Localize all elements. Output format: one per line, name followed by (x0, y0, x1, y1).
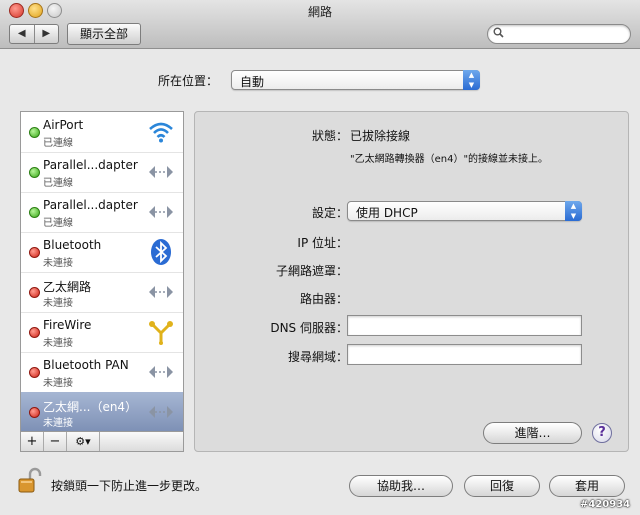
disconnected-status-icon (29, 327, 40, 338)
location-label: 所在位置： (158, 74, 219, 88)
disconnected-status-icon (29, 367, 40, 378)
lock-icon[interactable] (18, 467, 42, 493)
title-bar: 網路 ◀ ▶ 顯示全部 (0, 0, 640, 49)
service-status: 已連線 (43, 138, 73, 149)
configure-popup[interactable]: 使用 DHCP ▲ ▼ (347, 201, 582, 221)
revert-button[interactable]: 回復 (464, 475, 540, 497)
dns-server-label: DNS 伺服器： (270, 321, 348, 335)
disconnected-status-icon (29, 407, 40, 418)
back-forward-control: ◀ ▶ (9, 24, 59, 44)
location-popup[interactable]: 自動 ▲ ▼ (231, 70, 480, 90)
ethernet-arrows-icon (146, 397, 176, 427)
network-preferences-window: 網路 ◀ ▶ 顯示全部 所在位置： 自動 ▲ ▼ AirPort 已連線 Parall… (0, 0, 640, 515)
popup-arrows-icon: ▲ ▼ (463, 70, 480, 90)
service-status: 未連接 (43, 298, 73, 309)
service-status: 已連線 (43, 178, 73, 189)
status-label: 狀態： (311, 129, 348, 143)
location-value: 自動 (240, 75, 265, 89)
magnifier-icon (493, 27, 504, 41)
ethernet-arrows-icon (146, 197, 176, 227)
dns-server-field[interactable] (347, 315, 582, 336)
service-list-item[interactable]: Parallel...dapter 已連線 (21, 152, 183, 193)
advanced-button[interactable]: 進階… (483, 422, 582, 444)
router-label: 路由器： (299, 292, 348, 306)
search-domains-label: 搜尋網域： (287, 350, 348, 364)
disconnected-status-icon (29, 247, 40, 258)
apply-button[interactable]: 套用 (549, 475, 625, 497)
action-gear-button[interactable]: ⚙▾ (67, 432, 100, 451)
bluetooth-icon (146, 237, 176, 267)
forward-button[interactable]: ▶ (35, 25, 59, 43)
ethernet-arrows-icon (146, 357, 176, 387)
service-name: 乙太網路 (43, 280, 92, 294)
connected-status-icon (29, 167, 40, 178)
search-field[interactable] (487, 24, 631, 44)
configure-value: 使用 DHCP (356, 206, 418, 220)
assist-me-button[interactable]: 協助我… (349, 475, 453, 497)
configure-label: 設定： (311, 206, 348, 220)
ethernet-arrows-icon (146, 277, 176, 307)
status-value: 已拔除接線 (350, 129, 411, 143)
back-button[interactable]: ◀ (10, 25, 35, 43)
connected-status-icon (29, 127, 40, 138)
service-list-item[interactable]: 乙太網路 未連接 (21, 272, 183, 313)
status-description: "乙太網路轉換器（en4）"的接線並未接上。 (350, 154, 549, 165)
subnet-mask-label: 子網路遮罩： (275, 264, 348, 278)
service-list-item[interactable]: FireWire 未連接 (21, 312, 183, 353)
service-list-toolbar: + − ⚙▾ (20, 431, 184, 452)
service-name: Bluetooth (43, 238, 102, 252)
service-list-item[interactable]: Parallel...dapter 已連線 (21, 192, 183, 233)
service-name: Parallel...dapter (43, 198, 138, 212)
service-name: AirPort (43, 118, 84, 132)
service-name: 乙太網...（en4） (43, 400, 138, 414)
lock-hint-text: 按鎖頭一下防止進一步更改。 (51, 479, 208, 493)
watermark-id: #420934 (580, 499, 631, 510)
popup-arrows-icon: ▲ ▼ (565, 201, 582, 221)
airport-wifi-icon (146, 117, 176, 147)
service-name: Parallel...dapter (43, 158, 138, 172)
search-domains-field[interactable] (347, 344, 582, 365)
service-list-item[interactable]: 乙太網...（en4） 未連接 (21, 392, 183, 433)
service-name: Bluetooth PAN (43, 358, 129, 372)
service-list-item[interactable]: Bluetooth PAN 未連接 (21, 352, 183, 393)
service-status: 未連接 (43, 418, 73, 429)
firewire-icon (146, 317, 176, 347)
service-list-item[interactable]: AirPort 已連線 (21, 112, 183, 153)
service-status: 未連接 (43, 338, 73, 349)
service-name: FireWire (43, 318, 92, 332)
service-list[interactable]: AirPort 已連線 Parallel...dapter 已連線 Parallel..… (20, 111, 184, 452)
search-input[interactable] (508, 26, 627, 43)
connected-status-icon (29, 207, 40, 218)
add-service-button[interactable]: + (21, 432, 44, 451)
service-status: 未連接 (43, 258, 73, 269)
show-all-button[interactable]: 顯示全部 (67, 23, 141, 45)
service-list-item[interactable]: Bluetooth 未連接 (21, 232, 183, 273)
window-title: 網路 (307, 5, 332, 19)
help-button[interactable]: ? (592, 423, 612, 443)
disconnected-status-icon (29, 287, 40, 298)
ethernet-arrows-icon (146, 157, 176, 187)
ip-address-label: IP 位址： (297, 236, 348, 250)
service-status: 未連接 (43, 378, 73, 389)
remove-service-button[interactable]: − (44, 432, 67, 451)
service-status: 已連線 (43, 218, 73, 229)
